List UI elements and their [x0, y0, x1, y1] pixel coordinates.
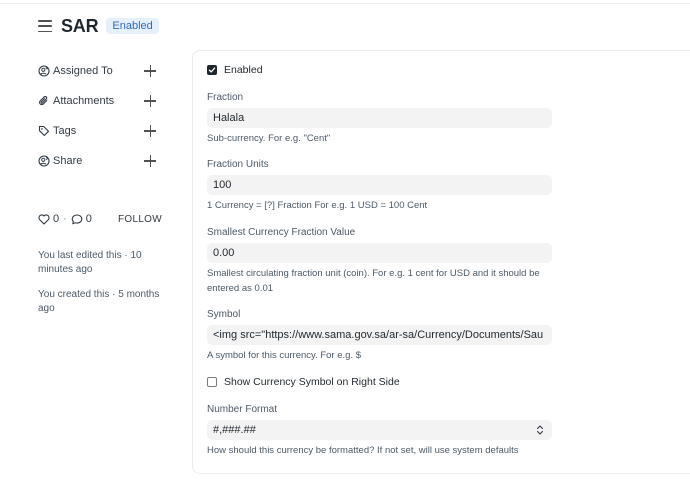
sidebar-item-label: Attachments	[53, 95, 115, 107]
comment-count: 0	[85, 213, 92, 225]
fraction-label: Fraction	[207, 92, 244, 103]
sidebar-item-assigned-to[interactable]: Assigned To	[38, 56, 162, 86]
checkmark-icon	[208, 67, 216, 73]
add-share-icon[interactable]	[144, 155, 156, 167]
smallest-fraction-input[interactable]: 0.00	[207, 243, 552, 263]
smallest-fraction-label: Smallest Currency Fraction Value	[207, 227, 356, 238]
paperclip-icon	[38, 95, 50, 107]
symbol-description: A symbol for this currency. For e.g. $	[207, 350, 361, 361]
sidebar-item-label: Share	[53, 155, 83, 167]
page-title: SAR	[61, 15, 99, 36]
enabled-checkbox-row[interactable]: Enabled	[207, 64, 263, 76]
top-border	[0, 0, 690, 4]
tag-icon	[38, 125, 50, 137]
sidebar-item-label: Assigned To	[53, 65, 113, 77]
symbol-right-checkbox-row[interactable]: Show Currency Symbol on Right Side	[207, 376, 400, 388]
social-bar: 0 · 0 FOLLOW	[38, 213, 162, 225]
add-tag-icon[interactable]	[144, 125, 156, 137]
number-format-label: Number Format	[207, 404, 278, 415]
fraction-units-description: 1 Currency = [?] Fraction For e.g. 1 USD…	[207, 200, 428, 211]
sidebar-item-attachments[interactable]: Attachments	[38, 86, 162, 116]
status-badge: Enabled	[106, 18, 159, 34]
sidebar: Assigned To Attachments Tags Share	[38, 56, 162, 176]
form-card: Enabled Fraction Halala Sub-currency. Fo…	[192, 50, 690, 474]
add-attachment-icon[interactable]	[144, 95, 156, 107]
symbol-label: Symbol	[207, 309, 241, 320]
select-chevron-icon	[536, 425, 544, 435]
like-count: 0	[53, 213, 60, 225]
share-icon	[38, 155, 50, 167]
enabled-label: Enabled	[224, 64, 263, 76]
symbol-right-label: Show Currency Symbol on Right Side	[224, 376, 400, 388]
enabled-checkbox[interactable]	[207, 65, 217, 75]
follow-button[interactable]: FOLLOW	[118, 214, 162, 225]
number-format-select[interactable]: #,###.##	[207, 420, 552, 440]
add-assignee-icon[interactable]	[144, 65, 156, 77]
heart-icon[interactable]	[38, 213, 50, 225]
fraction-units-label: Fraction Units	[207, 159, 269, 170]
number-format-value: #,###.##	[213, 424, 256, 436]
fraction-description: Sub-currency. For e.g. "Cent"	[207, 133, 331, 144]
activity-last-edited: You last edited this · 10 minutes ago	[38, 250, 142, 275]
sidebar-item-label: Tags	[53, 125, 77, 137]
symbol-input[interactable]: <img src="https://www.sama.gov.sa/ar-sa/…	[207, 325, 552, 345]
activity-created: You created this · 5 months ago	[38, 289, 160, 314]
separator: ·	[63, 213, 67, 225]
fraction-units-input[interactable]: 100	[207, 175, 552, 195]
symbol-right-checkbox[interactable]	[207, 377, 217, 387]
menu-icon[interactable]	[38, 20, 52, 32]
sidebar-item-share[interactable]: Share	[38, 146, 162, 176]
fraction-input[interactable]: Halala	[207, 108, 552, 128]
sidebar-item-tags[interactable]: Tags	[38, 116, 162, 146]
smallest-fraction-description: Smallest circulating fraction unit (coin…	[207, 268, 540, 294]
page-header: SAR Enabled	[38, 14, 159, 38]
number-format-description: How should this currency be formatted? I…	[207, 445, 519, 456]
comment-icon[interactable]	[71, 213, 83, 225]
user-plus-icon	[38, 65, 50, 77]
